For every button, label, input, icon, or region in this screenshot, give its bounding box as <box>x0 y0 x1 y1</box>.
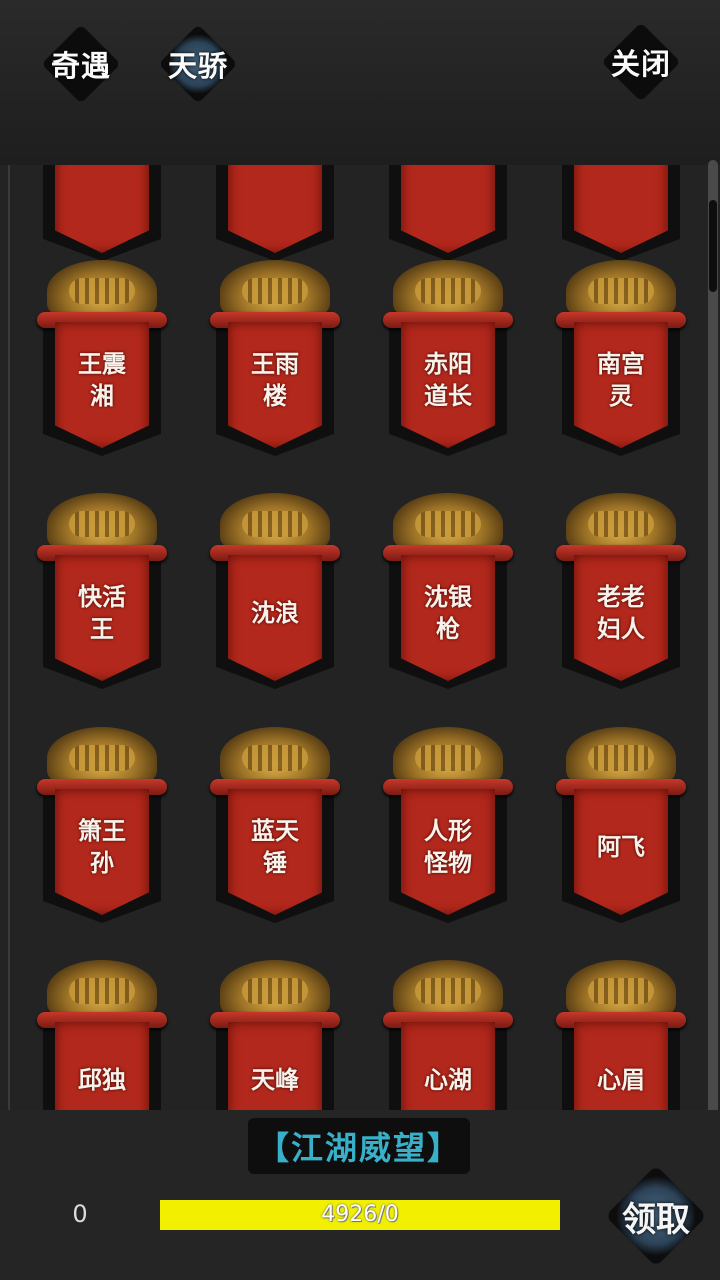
character-banner[interactable] <box>210 165 340 261</box>
character-banner[interactable] <box>383 165 513 261</box>
banner-name: 人形怪物 <box>424 817 472 877</box>
banner-name <box>401 165 495 230</box>
character-banner[interactable] <box>37 165 167 261</box>
tab-qiyu-label: 奇遇 <box>50 49 111 83</box>
banner-name <box>574 165 668 230</box>
reputation-count: 0 <box>72 1200 88 1228</box>
character-banner[interactable]: 蓝天锤 <box>210 727 340 923</box>
banner-name: 邱独 <box>78 1066 126 1094</box>
banner-name: 王震湘 <box>78 350 126 410</box>
tab-qiyu[interactable]: 奇遇 <box>35 18 127 110</box>
banner-name: 天峰 <box>251 1066 299 1094</box>
banner-name: 沈浪 <box>251 599 299 627</box>
claim-button-label: 领取 <box>622 1199 690 1240</box>
character-banner[interactable] <box>556 165 686 261</box>
tab-tianjiao-label: 天骄 <box>167 49 228 83</box>
character-banner[interactable]: 王震湘 <box>37 260 167 456</box>
character-banner[interactable]: 心湖 <box>383 960 513 1110</box>
banner-name: 赤阳道长 <box>424 350 472 410</box>
character-banner[interactable]: 箫王孙 <box>37 727 167 923</box>
banner-name: 快活王 <box>78 583 126 643</box>
tab-tianjiao[interactable]: 天骄 <box>152 18 244 110</box>
close-button-label: 关闭 <box>610 47 671 81</box>
scrollbar-thumb[interactable] <box>709 200 717 292</box>
scrollbar-track[interactable] <box>708 160 718 1120</box>
banner-name: 老老妇人 <box>597 583 645 643</box>
character-banner[interactable]: 人形怪物 <box>383 727 513 923</box>
reputation-progress-bar: 4926/0 <box>160 1200 560 1230</box>
character-banner[interactable]: 南宫灵 <box>556 260 686 456</box>
banner-name: 箫王孙 <box>78 817 126 877</box>
character-banner[interactable]: 沈浪 <box>210 493 340 689</box>
character-banner[interactable]: 心眉 <box>556 960 686 1110</box>
banner-name: 心湖 <box>424 1066 472 1094</box>
claim-button[interactable]: 领取 <box>600 1160 712 1272</box>
banner-name: 蓝天锤 <box>251 817 299 877</box>
banner-name: 阿飞 <box>597 833 645 861</box>
reputation-title: 【江湖威望】 <box>256 1129 461 1167</box>
banner-name <box>228 165 322 230</box>
banner-name: 沈银枪 <box>424 583 472 643</box>
banner-name <box>55 165 149 230</box>
character-banner[interactable]: 赤阳道长 <box>383 260 513 456</box>
banner-name: 王雨楼 <box>251 350 299 410</box>
character-banner[interactable]: 老老妇人 <box>556 493 686 689</box>
progress-text: 4926/0 <box>321 1202 399 1227</box>
character-banner[interactable]: 沈银枪 <box>383 493 513 689</box>
character-banner[interactable]: 王雨楼 <box>210 260 340 456</box>
character-banner[interactable]: 阿飞 <box>556 727 686 923</box>
character-banner[interactable]: 邱独 <box>37 960 167 1110</box>
character-banner[interactable]: 快活王 <box>37 493 167 689</box>
close-button[interactable]: 关闭 <box>595 16 687 108</box>
banner-name: 心眉 <box>597 1066 645 1094</box>
character-banner[interactable]: 天峰 <box>210 960 340 1110</box>
banner-grid[interactable]: 王震湘 王雨楼 赤阳道长 南宫灵快活王 沈浪 沈银枪 老老妇人箫王孙 蓝天锤 人形怪物 阿飞邱独 天… <box>8 165 710 1110</box>
banner-name: 南宫灵 <box>597 350 645 410</box>
